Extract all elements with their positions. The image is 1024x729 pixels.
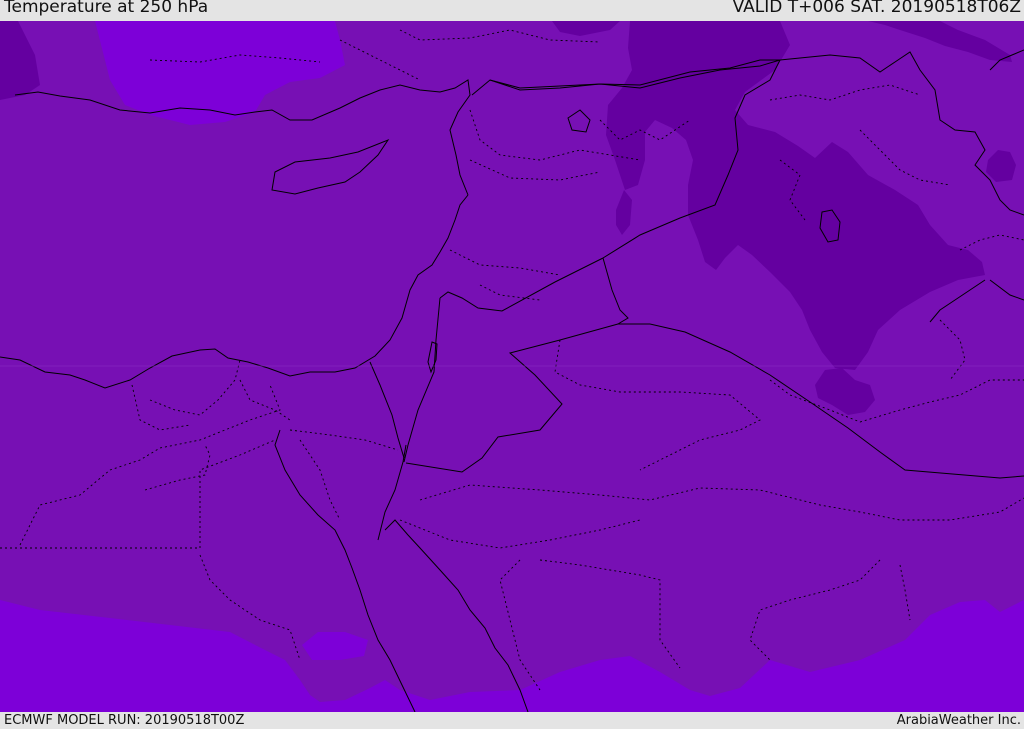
credit-label: ArabiaWeather Inc. <box>896 713 1021 728</box>
map-title: Temperature at 250 hPa <box>4 0 209 17</box>
model-run-label: ECMWF MODEL RUN: 20190518T00Z <box>4 713 245 728</box>
header-bar: Temperature at 250 hPa VALID T+006 SAT. … <box>0 0 1024 21</box>
footer-bar: ECMWF MODEL RUN: 20190518T00Z ArabiaWeat… <box>0 712 1024 729</box>
valid-time: VALID T+006 SAT. 20190518T06Z <box>732 0 1021 17</box>
temperature-map <box>0 21 1024 712</box>
